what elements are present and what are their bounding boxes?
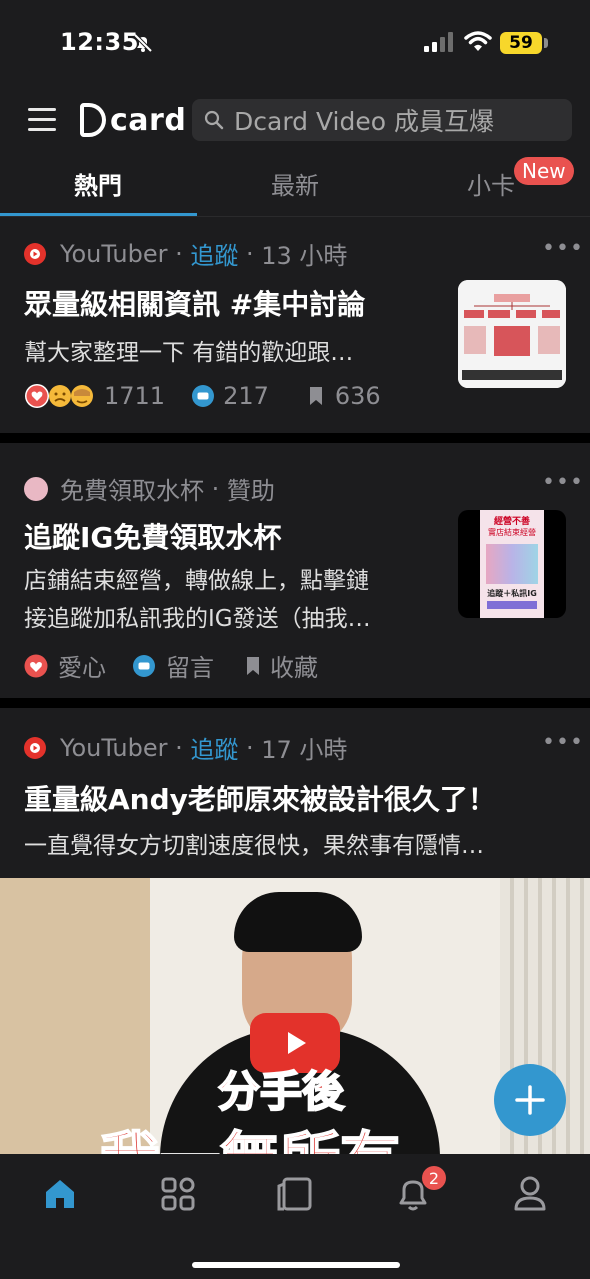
chart-thumbnail-graphic <box>458 280 566 388</box>
tab-latest[interactable]: 最新 <box>197 166 393 206</box>
bottom-nav <box>0 1154 590 1279</box>
post-meta: 免費領取水杯 · 贊助 <box>24 471 275 506</box>
plus-icon <box>515 1085 545 1115</box>
post-excerpt-line-2: 接追蹤加私訊我的IG發送（抽我… <box>24 606 371 632</box>
menu-icon[interactable] <box>28 108 56 131</box>
post-excerpt-line-1: 店鋪結束經營，轉做線上，點擊鏈 <box>24 568 369 594</box>
meta-dot: · <box>167 733 191 762</box>
post-excerpt: 幫大家整理一下 有錯的歡迎跟… <box>24 340 354 366</box>
forums-grid-icon[interactable] <box>160 1176 196 1212</box>
post-time: 13 小時 <box>261 242 348 270</box>
post-separator <box>0 433 590 443</box>
youtube-icon <box>24 736 46 759</box>
post-meta: YouTuber · 追蹤 · 13 小時 <box>24 236 347 271</box>
video-caption-line-2: 我一無所有 <box>99 1112 401 1154</box>
meta-dot: · <box>238 239 262 268</box>
notification-count-badge: 2 <box>422 1166 446 1190</box>
tab-hot[interactable]: 熱門 <box>0 166 196 206</box>
more-options-icon[interactable]: ••• <box>542 730 584 755</box>
more-options-icon[interactable]: ••• <box>542 236 584 261</box>
meta-dot: · <box>238 733 262 762</box>
ad-product-image <box>486 544 538 584</box>
person-hair <box>234 892 362 952</box>
youtube-icon <box>24 242 46 265</box>
comment-label[interactable]: 留言 <box>166 648 214 683</box>
ad-headline: 經營不善 <box>493 517 530 527</box>
forum-name[interactable]: YouTuber <box>60 734 167 762</box>
ad-subline: 實店結束經營 <box>488 528 536 537</box>
logo-d-mark <box>80 103 106 137</box>
dcard-logo[interactable]: card <box>80 100 186 140</box>
post-title[interactable]: 追蹤IG免費領取水杯 <box>24 516 281 556</box>
more-options-icon[interactable]: ••• <box>542 470 584 495</box>
home-indicator <box>192 1262 400 1268</box>
post-meta: YouTuber · 追蹤 · 17 小時 <box>24 730 347 765</box>
post-title[interactable]: 眾量級相關資訊 #集中討論 <box>24 283 365 323</box>
reaction-icons <box>25 384 93 408</box>
forum-name[interactable]: 免費領取水杯 <box>60 471 204 506</box>
search-icon <box>204 110 224 130</box>
profile-icon[interactable] <box>512 1174 548 1212</box>
save-label[interactable]: 收藏 <box>270 648 318 683</box>
like-count: 1711 <box>104 382 166 410</box>
post-title[interactable]: 重量級Andy老師原來被設計很久了！ <box>24 778 496 818</box>
follow-button[interactable]: 追蹤 <box>190 730 238 765</box>
forum-name[interactable]: YouTuber <box>60 240 167 268</box>
comment-count: 217 <box>223 382 269 410</box>
ad-image-panel: 經營不善 實店結束經營 追蹤＋私訊IG <box>480 510 544 618</box>
battery-indicator: 59 <box>500 32 542 54</box>
search-bar[interactable]: Dcard Video 成員互爆 <box>192 99 572 141</box>
ad-footer-strip <box>487 601 537 609</box>
create-post-button[interactable] <box>494 1064 566 1136</box>
meta-dot: · <box>167 239 191 268</box>
heart-icon[interactable] <box>24 654 48 678</box>
comment-icon[interactable] <box>132 654 156 678</box>
wifi-icon <box>464 31 492 51</box>
play-icon <box>288 1032 306 1054</box>
comment-icon <box>192 385 215 407</box>
ad-cta: 追蹤＋私訊IG <box>487 589 537 598</box>
status-time: 12:35 <box>60 28 139 56</box>
sponsored-label: 贊助 <box>226 477 275 505</box>
cards-icon[interactable] <box>276 1176 314 1212</box>
new-badge: New <box>514 157 574 185</box>
status-bar: 12:35 59 <box>0 0 590 88</box>
save-count: 636 <box>334 382 381 410</box>
search-placeholder: Dcard Video 成員互爆 <box>234 107 494 136</box>
post-separator <box>0 698 590 708</box>
logo-text: card <box>110 102 187 138</box>
post-stats: 1711 217 636 <box>24 382 381 410</box>
like-label[interactable]: 愛心 <box>58 648 106 683</box>
post-thumbnail[interactable] <box>458 280 566 388</box>
bookmark-icon <box>309 387 322 405</box>
home-icon[interactable] <box>42 1176 78 1212</box>
follow-button[interactable]: 追蹤 <box>190 236 238 271</box>
ad-thumbnail[interactable]: 經營不善 實店結束經營 追蹤＋私訊IG <box>458 510 566 618</box>
meta-dot: · <box>204 474 227 503</box>
post-excerpt: 一直覺得女方切割速度很快，果然事有隱情… <box>24 833 484 859</box>
cellular-signal-icon <box>424 32 453 52</box>
battery-cap <box>544 38 548 48</box>
post-time: 17 小時 <box>261 736 348 764</box>
advertiser-avatar <box>24 476 48 501</box>
post-actions: 愛心 留言 收藏 <box>24 648 318 683</box>
bookmark-icon[interactable] <box>244 655 262 677</box>
video-caption-line-1: 分手後 <box>217 1066 345 1117</box>
bell-slash-icon <box>133 33 153 53</box>
